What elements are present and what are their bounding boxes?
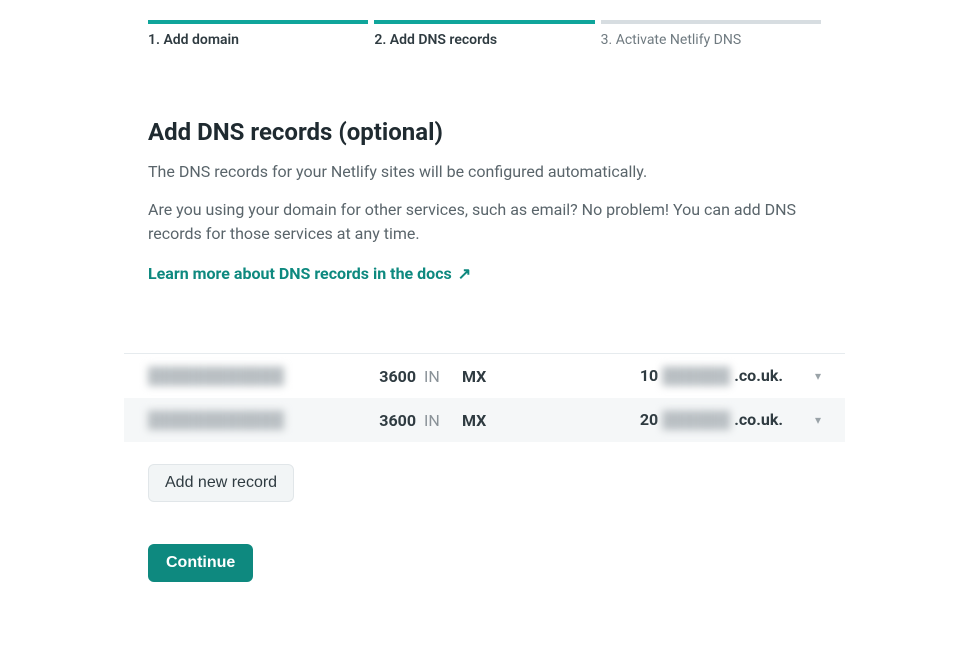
record-ttl: 3600 <box>356 411 416 430</box>
chevron-down-icon[interactable]: ▾ <box>791 413 821 427</box>
chevron-down-icon[interactable]: ▾ <box>791 369 821 383</box>
docs-link-text: Learn more about DNS records in the docs <box>148 264 452 283</box>
step-bar <box>601 20 821 24</box>
record-priority: 10 <box>640 366 658 385</box>
table-row[interactable]: ████████████ 3600 IN MX 20 ██████.co.uk.… <box>124 398 845 442</box>
dns-records-table: ████████████ 3600 IN MX 10 ██████.co.uk.… <box>124 353 845 442</box>
step-add-dns-records[interactable]: 2. Add DNS records <box>374 20 594 48</box>
record-priority: 20 <box>640 410 658 429</box>
page-description-2: Are you using your domain for other serv… <box>148 198 821 246</box>
record-in: IN <box>424 367 454 386</box>
record-value: 20 ██████.co.uk. <box>515 410 783 430</box>
record-in: IN <box>424 411 454 430</box>
external-link-icon: ↗ <box>458 264 471 283</box>
add-new-record-button[interactable]: Add new record <box>148 464 294 502</box>
record-value-suffix: .co.uk. <box>734 366 783 385</box>
record-type: MX <box>462 367 507 386</box>
page-description-1: The DNS records for your Netlify sites w… <box>148 160 821 184</box>
step-bar <box>374 20 594 24</box>
continue-button[interactable]: Continue <box>148 544 253 582</box>
record-value-blurred: ██████ <box>662 410 730 430</box>
step-label: 3. Activate Netlify DNS <box>601 32 821 48</box>
record-ttl: 3600 <box>356 367 416 386</box>
record-value: 10 ██████.co.uk. <box>515 366 783 386</box>
step-label: 1. Add domain <box>148 32 368 48</box>
table-row[interactable]: ████████████ 3600 IN MX 10 ██████.co.uk.… <box>124 354 845 398</box>
step-add-domain[interactable]: 1. Add domain <box>148 20 368 48</box>
stepper: 1. Add domain 2. Add DNS records 3. Acti… <box>148 20 821 48</box>
step-label: 2. Add DNS records <box>374 32 594 48</box>
record-value-suffix: .co.uk. <box>734 410 783 429</box>
step-activate-netlify-dns[interactable]: 3. Activate Netlify DNS <box>601 20 821 48</box>
record-type: MX <box>462 411 507 430</box>
step-bar <box>148 20 368 24</box>
record-domain: ████████████ <box>148 410 348 430</box>
record-value-blurred: ██████ <box>662 366 730 386</box>
page-title: Add DNS records (optional) <box>148 118 821 146</box>
record-domain: ████████████ <box>148 366 348 386</box>
docs-link[interactable]: Learn more about DNS records in the docs… <box>148 264 471 283</box>
